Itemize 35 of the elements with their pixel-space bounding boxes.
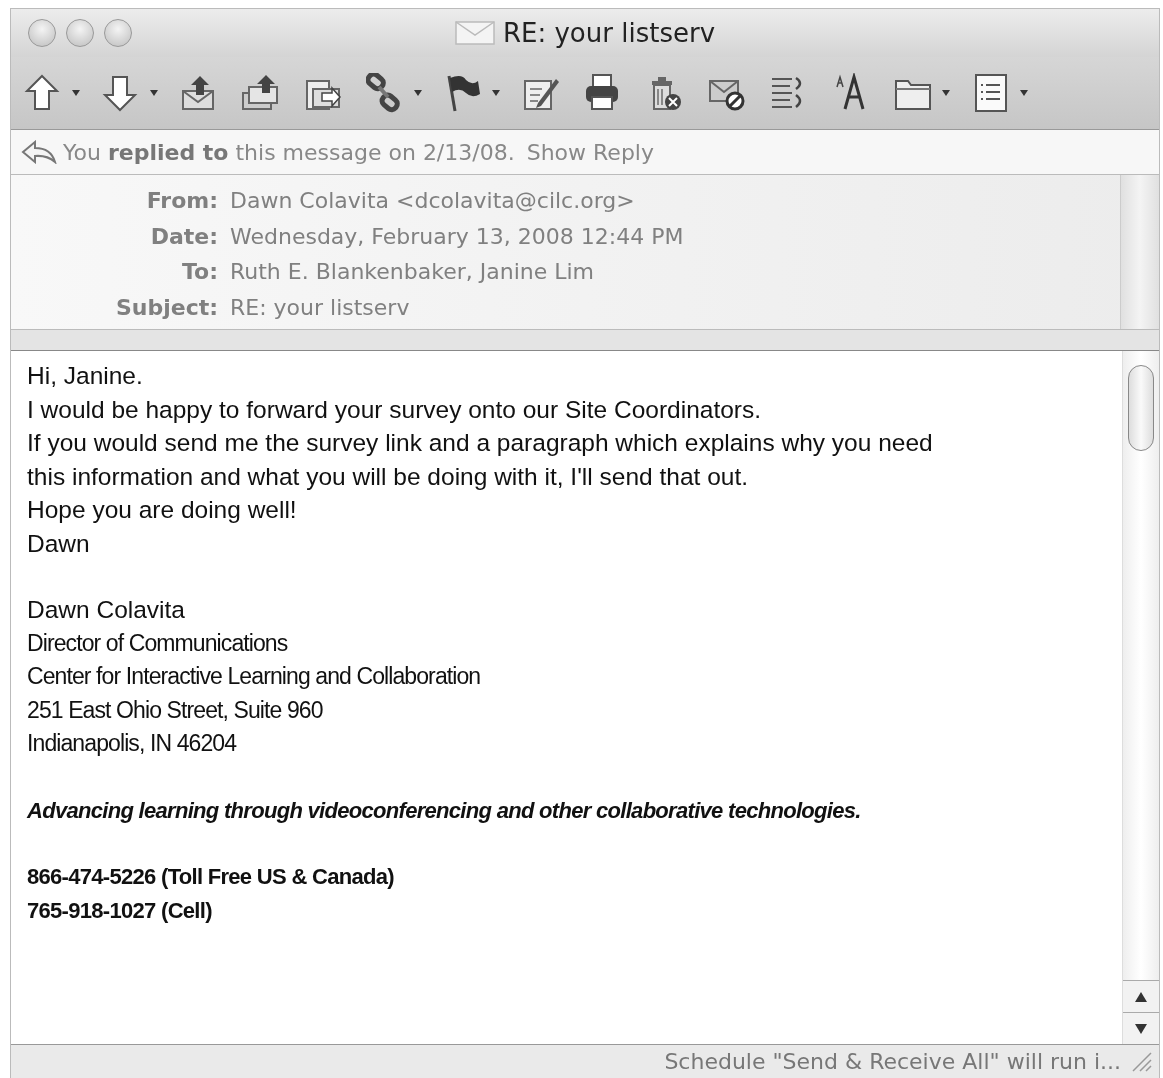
header-value: Wednesday, February 13, 2008 12:44 PM bbox=[230, 222, 685, 251]
scroll-up-button[interactable] bbox=[1123, 980, 1159, 1012]
scrollbar[interactable] bbox=[1120, 175, 1159, 329]
contact-line: Director of Communications bbox=[27, 628, 289, 658]
header-value: Ruth E. Blankenbaker, Janine Lim bbox=[230, 258, 596, 286]
message-line: If you would send me the survey link and a paragraph which explains why you need bbox=[27, 428, 934, 458]
reply-arrow-icon bbox=[21, 140, 57, 164]
signature-name: Dawn Colavita bbox=[27, 595, 186, 625]
up-triangle-icon bbox=[1135, 991, 1147, 1002]
header-label: Subject: bbox=[114, 293, 218, 322]
scroll-thumb[interactable] bbox=[1128, 365, 1154, 451]
header-label: Date: bbox=[149, 222, 218, 251]
window-title: RE: your listserv bbox=[502, 18, 716, 48]
contact-line: Center for Interactive Learning and Collaboration bbox=[27, 662, 482, 691]
envelope-icon bbox=[454, 21, 495, 45]
phone-line: 765-918-1027 (Cell) bbox=[27, 896, 213, 925]
resize-grip-icon bbox=[1131, 1050, 1153, 1073]
contact-line: Indianapolis, IN 46204 bbox=[27, 729, 238, 758]
down-triangle-icon bbox=[1135, 1023, 1147, 1034]
message-line: Hi, Janine. bbox=[27, 361, 144, 391]
status-text: Schedule "Send & Receive All" will run i... bbox=[664, 1049, 1121, 1074]
show-reply-link[interactable]: Show Reply bbox=[526, 139, 654, 165]
contact-line: 251 East Ohio Street, Suite 960 bbox=[27, 695, 324, 725]
reply-notice: You replied to this message on 2/13/08. bbox=[63, 139, 515, 165]
scroll-down-button[interactable] bbox=[1123, 1012, 1159, 1044]
header-value: RE: your listserv bbox=[230, 293, 411, 322]
tagline: Advancing learning through videoconferencing and other collaborative technologies. bbox=[27, 796, 862, 825]
message-line: I would be happy to forward your survey onto our Site Coordinators. bbox=[27, 394, 763, 425]
header-label: To: bbox=[181, 258, 218, 286]
message-line: Hope you are doing well! bbox=[27, 495, 298, 525]
header-value: Dawn Colavita <dcolavita@cilc.org> bbox=[230, 187, 636, 215]
message-line: Dawn bbox=[27, 528, 91, 559]
header-label: From: bbox=[145, 187, 218, 215]
phone-line: 866-474-5226 (Toll Free US & Canada) bbox=[27, 863, 395, 891]
message-line: this information and what you will be doing with it, I'll send that out. bbox=[27, 461, 749, 492]
